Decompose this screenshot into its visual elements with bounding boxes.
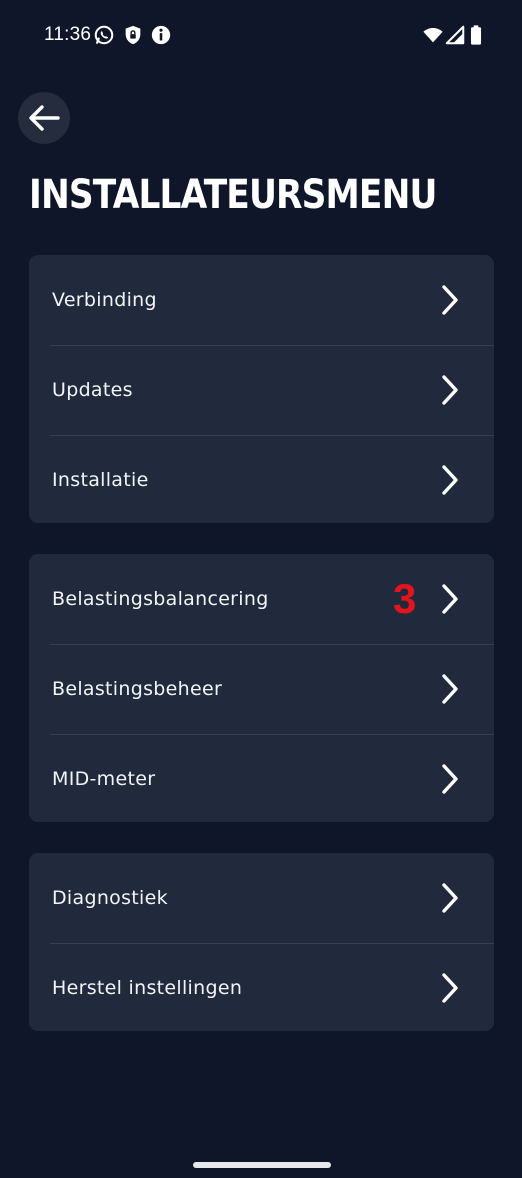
menu-item-label: Installatie xyxy=(52,469,149,491)
chevron-right-icon xyxy=(442,584,458,614)
menu-item-mid-meter[interactable]: MID-meter xyxy=(29,734,494,822)
menu-item-verbinding[interactable]: Verbinding xyxy=(29,255,494,345)
menu-item-belastingsbalancering[interactable]: Belastingsbalancering 3 xyxy=(29,554,494,644)
menu-item-label: Belastingsbalancering xyxy=(52,588,269,610)
home-indicator[interactable] xyxy=(193,1162,331,1168)
chevron-right-icon xyxy=(442,973,458,1003)
menu-item-label: Updates xyxy=(52,379,133,401)
chevron-right-icon xyxy=(442,375,458,405)
count-badge: 3 xyxy=(393,575,417,622)
menu-item-label: Diagnostiek xyxy=(52,887,168,909)
menu-item-label: MID-meter xyxy=(52,768,156,790)
back-button[interactable] xyxy=(18,92,70,144)
menu-item-label: Belastingsbeheer xyxy=(52,678,223,700)
page-title: INSTALLATEURSMENU xyxy=(29,172,437,218)
cell-signal-icon xyxy=(445,25,465,45)
whatsapp-icon xyxy=(94,25,114,45)
chevron-right-icon xyxy=(442,465,458,495)
chevron-right-icon xyxy=(442,674,458,704)
chevron-right-icon xyxy=(442,764,458,794)
vpn-lock-icon xyxy=(125,25,141,45)
menu-item-installatie[interactable]: Installatie xyxy=(29,435,494,523)
menu-item-diagnostiek[interactable]: Diagnostiek xyxy=(29,853,494,943)
menu-item-label: Herstel instellingen xyxy=(52,977,243,999)
menu-item-herstel-instellingen[interactable]: Herstel instellingen xyxy=(29,943,494,1031)
wifi-icon xyxy=(423,28,443,43)
battery-icon xyxy=(470,25,482,45)
menu-group-maintenance: Diagnostiek Herstel instellingen xyxy=(29,853,494,1031)
menu-item-label: Verbinding xyxy=(52,289,157,311)
chevron-right-icon xyxy=(442,883,458,913)
menu-item-belastingsbeheer[interactable]: Belastingsbeheer xyxy=(29,644,494,734)
status-time: 11:36 xyxy=(44,24,92,45)
status-bar: 11:36 xyxy=(0,0,522,70)
menu-group-load: Belastingsbalancering 3 Belastingsbeheer… xyxy=(29,554,494,822)
info-icon xyxy=(151,25,171,45)
chevron-right-icon xyxy=(442,285,458,315)
menu-group-connection: Verbinding Updates Installatie xyxy=(29,255,494,523)
arrow-left-icon xyxy=(29,105,60,131)
menu-item-updates[interactable]: Updates xyxy=(29,345,494,435)
